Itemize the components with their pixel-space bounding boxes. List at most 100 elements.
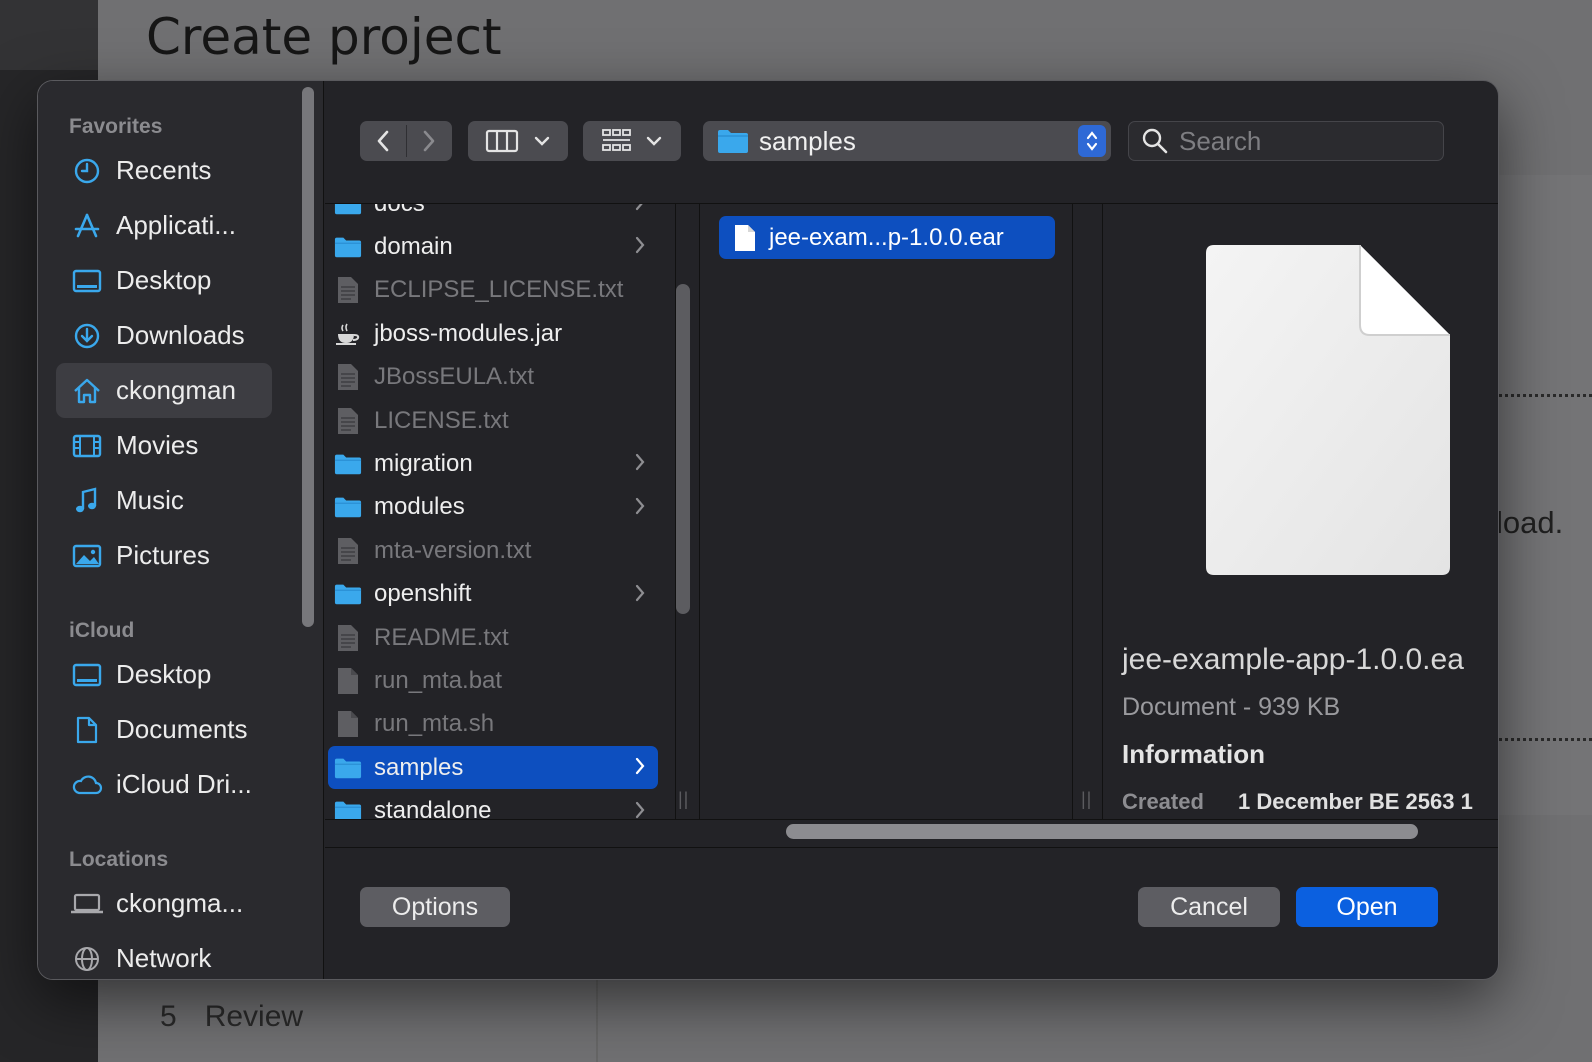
- view-mode-button[interactable]: [468, 121, 568, 161]
- chevron-right-icon: [634, 756, 646, 781]
- sidebar-item-network[interactable]: Network: [56, 931, 272, 979]
- grid-icon: [602, 129, 631, 151]
- list-item-file[interactable]: run_mta.bat: [328, 659, 658, 702]
- sidebar-item-movies[interactable]: Movies: [56, 418, 272, 473]
- column-resize-handle[interactable]: ||: [678, 789, 689, 810]
- list-item-text[interactable]: LICENSE.txt: [328, 399, 658, 442]
- file-name: jee-exam...p-1.0.0.ear: [769, 223, 1004, 251]
- path-popup[interactable]: samples: [703, 121, 1111, 161]
- file-name: README.txt: [374, 623, 509, 651]
- horizontal-scrollbar[interactable]: [786, 824, 1418, 839]
- home-icon: [70, 374, 104, 408]
- sidebar-item-home[interactable]: ckongman: [56, 363, 272, 418]
- folder-icon: [334, 204, 362, 218]
- browser-column-1: docs domain ECLIPSE_LICENSE.txt jboss-modul…: [325, 204, 675, 819]
- preview-info-heading: Information: [1122, 739, 1265, 769]
- chevron-right-icon: [634, 496, 646, 521]
- preview-file-type-size: Document - 939 KB: [1122, 693, 1341, 721]
- file-name: standalone: [374, 797, 492, 819]
- open-button[interactable]: Open: [1296, 887, 1438, 927]
- preview-file-name: jee-example-app-1.0.0.ea: [1122, 643, 1464, 676]
- file-name: JBossEULA.txt: [374, 363, 535, 391]
- document-icon: [334, 276, 362, 304]
- section-locations: Locations: [69, 848, 169, 871]
- list-item-jar[interactable]: jboss-modules.jar: [328, 312, 658, 355]
- list-item-folder[interactable]: openshift: [328, 573, 658, 616]
- sidebar-item-applications[interactable]: Applicati...: [56, 198, 272, 253]
- chevron-right-icon: [634, 583, 646, 608]
- list-item-folder[interactable]: samples: [328, 746, 658, 790]
- column-resize-handle[interactable]: ||: [1081, 789, 1092, 810]
- step-label: Review: [204, 1000, 304, 1033]
- stepper-icon: [1078, 125, 1106, 157]
- preview-created-label: Created: [1122, 789, 1204, 814]
- options-button[interactable]: Options: [360, 887, 510, 927]
- search-field[interactable]: [1128, 121, 1444, 161]
- folder-icon: [334, 233, 362, 261]
- list-item-folder[interactable]: standalone: [328, 790, 658, 819]
- sidebar-item-label: Desktop: [116, 659, 212, 689]
- list-item-text[interactable]: mta-version.txt: [328, 529, 658, 572]
- sidebar-item-label: ckongma...: [116, 888, 244, 918]
- document-icon: [334, 363, 362, 391]
- search-input[interactable]: [1179, 125, 1419, 157]
- list-item-file[interactable]: run_mta.sh: [328, 703, 658, 746]
- folder-icon: [334, 580, 362, 608]
- folder-icon: [334, 450, 362, 478]
- file-name: run_mta.bat: [374, 666, 503, 694]
- clock-icon: [70, 154, 104, 188]
- divider: [325, 847, 1498, 848]
- cancel-button[interactable]: Cancel: [1138, 887, 1280, 927]
- file-name: modules: [374, 493, 465, 521]
- sidebar-item-music[interactable]: Music: [56, 473, 272, 528]
- file-name: openshift: [374, 580, 472, 608]
- sidebar-item-documents[interactable]: Documents: [56, 702, 272, 757]
- sidebar-item-label: Music: [116, 485, 184, 515]
- list-item-selected-file[interactable]: jee-exam...p-1.0.0.ear: [719, 216, 1055, 259]
- wizard-step-review[interactable]: 5 Review: [160, 1000, 303, 1034]
- sidebar-item-label: Applicati...: [116, 210, 236, 240]
- document-icon: [334, 407, 362, 435]
- column-scrollbar[interactable]: [676, 284, 690, 614]
- file-name: LICENSE.txt: [374, 406, 509, 434]
- search-icon: [1142, 128, 1168, 154]
- chevron-down-icon: [534, 136, 550, 146]
- sidebar-item-label: Network: [116, 943, 212, 973]
- applications-icon: [70, 209, 104, 243]
- sidebar-item-desktop[interactable]: Desktop: [56, 253, 272, 308]
- chevron-left-icon: [377, 130, 389, 152]
- sidebar-item-icloud-desktop[interactable]: Desktop: [56, 647, 272, 702]
- folder-icon: [334, 493, 362, 521]
- list-item-folder[interactable]: domain: [328, 225, 658, 268]
- list-item-text[interactable]: JBossEULA.txt: [328, 356, 658, 399]
- column-view-icon: [485, 129, 519, 153]
- file-name: run_mta.sh: [374, 710, 495, 738]
- list-item-folder[interactable]: modules: [328, 486, 658, 529]
- list-item-folder[interactable]: migration: [328, 442, 658, 485]
- document-icon: [733, 224, 757, 252]
- list-item-text[interactable]: ECLIPSE_LICENSE.txt: [328, 269, 658, 312]
- sidebar-item-computer[interactable]: ckongma...: [56, 876, 272, 931]
- file-name: migration: [374, 449, 473, 477]
- list-item-folder[interactable]: docs: [328, 204, 658, 225]
- sidebar-item-recents[interactable]: Recents: [56, 143, 272, 198]
- divider: [406, 125, 407, 157]
- pictures-icon: [70, 539, 104, 573]
- list-item-text[interactable]: README.txt: [328, 616, 658, 659]
- film-icon: [70, 429, 104, 463]
- sidebar-item-pictures[interactable]: Pictures: [56, 528, 272, 583]
- forward-button[interactable]: [406, 129, 452, 153]
- chevron-right-icon: [634, 452, 646, 477]
- cloud-icon: [70, 768, 104, 802]
- document-icon: [334, 624, 362, 652]
- preview-created-value: 1 December BE 2563 1: [1238, 789, 1473, 814]
- sidebar-item-label: Movies: [116, 430, 199, 460]
- group-button[interactable]: [583, 121, 681, 161]
- sidebar-scrollbar[interactable]: [302, 87, 314, 627]
- sidebar-item-icloud-drive[interactable]: iCloud Dri...: [56, 757, 272, 812]
- sidebar-item-downloads[interactable]: Downloads: [56, 308, 272, 363]
- chevron-down-icon: [646, 136, 662, 146]
- java-cup-icon: [334, 320, 362, 348]
- back-button[interactable]: [360, 129, 406, 153]
- folder-icon: [334, 754, 362, 782]
